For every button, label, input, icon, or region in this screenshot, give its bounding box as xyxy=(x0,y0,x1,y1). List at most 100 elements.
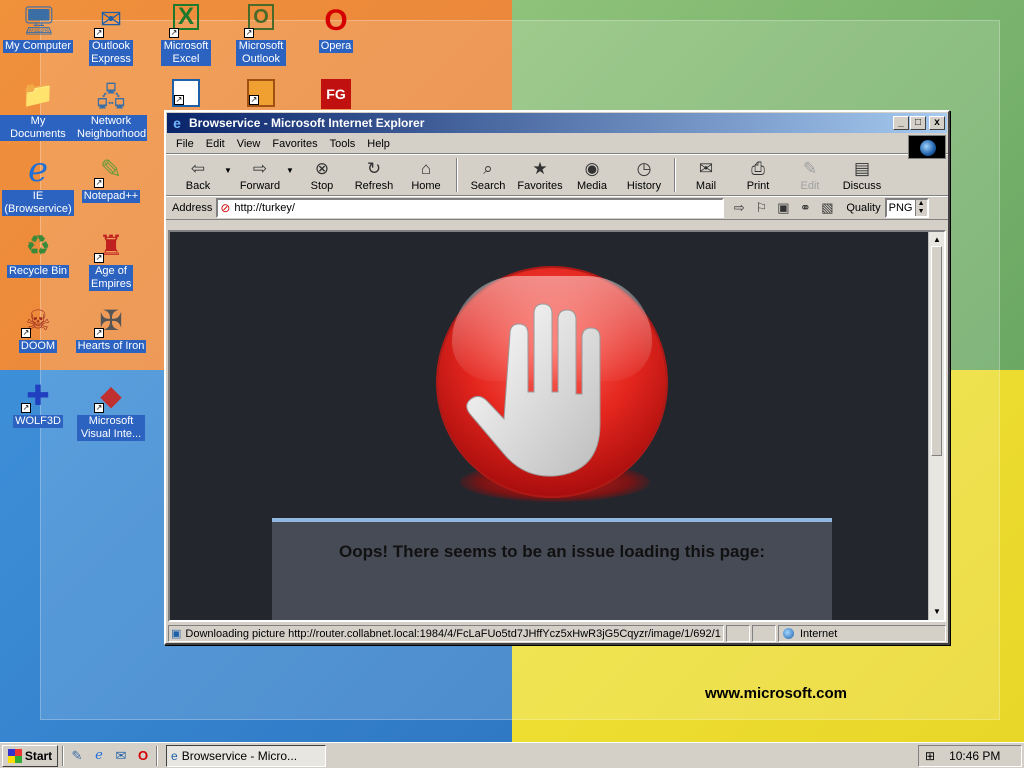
maximize-button[interactable]: □ xyxy=(910,116,926,130)
save-page-icon[interactable]: ▣ xyxy=(774,199,792,217)
menu-edit[interactable]: Edit xyxy=(200,138,231,150)
discuss-button[interactable]: ▤ Discuss xyxy=(836,158,888,192)
toolbar-separator xyxy=(674,158,676,192)
desktop-icon-my-documents[interactable]: 📁 My Documents xyxy=(0,79,76,141)
icon-glyph: 🖥 xyxy=(21,5,57,36)
search-label: Search xyxy=(470,180,506,192)
desktop-icon-recycle-bin[interactable]: ♻ Recycle Bin xyxy=(0,229,76,278)
quality-select[interactable]: PNG ▲ ▼ xyxy=(884,198,929,218)
back-button[interactable]: ⇦ Back xyxy=(172,158,224,192)
clock[interactable]: 10:46 PM xyxy=(949,749,1000,763)
refresh-button[interactable]: ↻ Refresh xyxy=(348,158,400,192)
computer-icon: 🖥 xyxy=(21,4,57,38)
stop-button[interactable]: ⊗ Stop xyxy=(296,158,348,192)
find-icon[interactable]: ⚭ xyxy=(796,199,814,217)
desktop-icon-microsoft-outlook[interactable]: O ↗ Microsoft Outlook xyxy=(223,4,299,66)
back-dropdown-icon[interactable]: ▼ xyxy=(224,166,234,175)
folder-icon: 📁 xyxy=(21,79,55,113)
discuss-icon: ▤ xyxy=(853,159,871,178)
page-error-icon: ⊘ xyxy=(220,201,231,215)
print-label: Print xyxy=(746,180,770,192)
toolbar-separator xyxy=(456,158,458,192)
shortcut-arrow-icon: ↗ xyxy=(249,95,259,105)
desktop-icon-label: IE (Browservice) xyxy=(2,190,74,216)
scroll-down-icon[interactable]: ▼ xyxy=(929,604,944,620)
forward-dropdown-icon[interactable]: ▼ xyxy=(286,166,296,175)
desktop-icon-doom[interactable]: ☠ ↗ DOOM xyxy=(0,304,76,353)
vertical-scrollbar[interactable]: ▲ ▼ xyxy=(928,232,944,620)
media-button[interactable]: ◉ Media xyxy=(566,158,618,192)
task-button-browservice[interactable]: e Browservice - Micro... xyxy=(166,744,326,767)
icon-glyph: e xyxy=(27,150,49,190)
status-cell xyxy=(752,625,776,642)
menu-file[interactable]: File xyxy=(170,138,200,150)
window-controls: _ □ x xyxy=(892,116,947,130)
history-button[interactable]: ◷ History xyxy=(618,158,670,192)
start-button[interactable]: Start xyxy=(2,744,58,767)
favorites-button[interactable]: ★ Favorites xyxy=(514,158,566,192)
start-label: Start xyxy=(24,748,53,763)
desktop-icon-outlook-express[interactable]: ✉ ↗ Outlook Express xyxy=(73,4,149,66)
desktop-icon-wolf3d[interactable]: ✚ ↗ WOLF3D xyxy=(0,379,76,428)
desktop-icon-label: Recycle Bin xyxy=(6,265,70,278)
internet-explorer-icon: e xyxy=(171,748,178,763)
address-tools: ⇨ ⚐ ▣ ⚭ ▧ xyxy=(730,199,836,217)
search-button[interactable]: ⌕ Search xyxy=(462,158,514,192)
menu-help[interactable]: Help xyxy=(361,138,396,150)
page-viewport[interactable]: Oops! There seems to be an issue loading… xyxy=(168,230,946,622)
forward-label: Forward xyxy=(239,180,281,192)
desktop-icon-my-computer[interactable]: 🖥 My Computer xyxy=(0,4,76,53)
print-button[interactable]: ⎙ Print xyxy=(732,158,784,192)
home-button[interactable]: ⌂ Home xyxy=(400,158,452,192)
desktop-icon-microsoft-visual-interdev[interactable]: ◆ ↗ Microsoft Visual Inte... xyxy=(73,379,149,441)
desktop-icon-opera[interactable]: O Opera xyxy=(298,4,374,53)
desktop-icon-partial-2[interactable]: ↗ xyxy=(223,79,299,109)
close-button[interactable]: x xyxy=(929,116,945,130)
app-icon: ↗ xyxy=(247,79,275,107)
desktop-icon-network-neighborhood[interactable]: 🖧 Network Neighborhood xyxy=(73,79,149,141)
media-icon: ◉ xyxy=(584,159,600,178)
outlook-express-icon[interactable]: ✉ xyxy=(112,747,130,765)
desktop-icon-microsoft-excel[interactable]: X ↗ Microsoft Excel xyxy=(148,4,224,66)
internet-explorer-icon[interactable]: e xyxy=(90,747,108,765)
recycle-bin-icon: ♻ xyxy=(21,229,55,263)
minimize-button[interactable]: _ xyxy=(893,116,909,130)
show-desktop-icon[interactable]: ✎ xyxy=(68,747,86,765)
shortcut-arrow-icon: ↗ xyxy=(94,403,104,413)
opera-icon[interactable]: O xyxy=(134,747,152,765)
outlook-icon: O ↗ xyxy=(244,4,278,38)
taskbar-separator xyxy=(62,745,64,766)
desktop-icon-hearts-of-iron[interactable]: ✠ ↗ Hearts of Iron xyxy=(73,304,149,353)
desktop-icon-age-of-empires[interactable]: ♜ ↗ Age of Empires xyxy=(73,229,149,291)
quality-spinner-icon[interactable]: ▲ ▼ xyxy=(914,200,927,216)
menu-tools[interactable]: Tools xyxy=(324,138,362,150)
forward-button[interactable]: ⇨ Forward xyxy=(234,158,286,192)
title-bar[interactable]: e Browservice - Microsoft Internet Explo… xyxy=(167,113,947,133)
mail-button[interactable]: ✉ Mail xyxy=(680,158,732,192)
quick-launch: ✎ e ✉ O xyxy=(68,747,152,765)
notepad-icon: ✎ ↗ xyxy=(94,154,128,188)
clipboard-icon[interactable]: ▧ xyxy=(818,199,836,217)
home-label: Home xyxy=(411,180,441,192)
browser-window[interactable]: e Browservice - Microsoft Internet Explo… xyxy=(164,110,950,645)
go-arrow-icon[interactable]: ⇨ xyxy=(730,199,748,217)
favorites-label: Favorites xyxy=(517,180,563,192)
refresh-label: Refresh xyxy=(354,180,394,192)
window-title: Browservice - Microsoft Internet Explore… xyxy=(189,116,425,130)
edit-button[interactable]: ✎ Edit xyxy=(784,158,836,192)
address-input[interactable]: ⊘ http://turkey/ xyxy=(216,198,725,218)
history-icon: ◷ xyxy=(636,159,652,178)
network-tray-icon[interactable]: ⊞ xyxy=(925,749,935,763)
desktop-icon-partial-3[interactable]: FG xyxy=(298,79,374,111)
error-panel: Oops! There seems to be an issue loading… xyxy=(272,518,832,620)
desktop-icon-notepad-plus-plus[interactable]: ✎ ↗ Notepad++ xyxy=(73,154,149,203)
app-icon: FG xyxy=(321,79,351,109)
menu-view[interactable]: View xyxy=(231,138,267,150)
menu-favorites[interactable]: Favorites xyxy=(266,138,323,150)
standard-toolbar: ⇦ Back ▼ ⇨ Forward ▼ ⊗ Stop ↻ Refresh ⌂ Home … xyxy=(166,154,948,196)
bookmark-icon[interactable]: ⚐ xyxy=(752,199,770,217)
desktop-icon-partial-1[interactable]: ↗ xyxy=(148,79,224,109)
scroll-thumb[interactable] xyxy=(931,246,942,456)
address-value: http://turkey/ xyxy=(234,202,295,214)
desktop-icon-ie-browservice[interactable]: e IE (Browservice) xyxy=(0,153,76,216)
